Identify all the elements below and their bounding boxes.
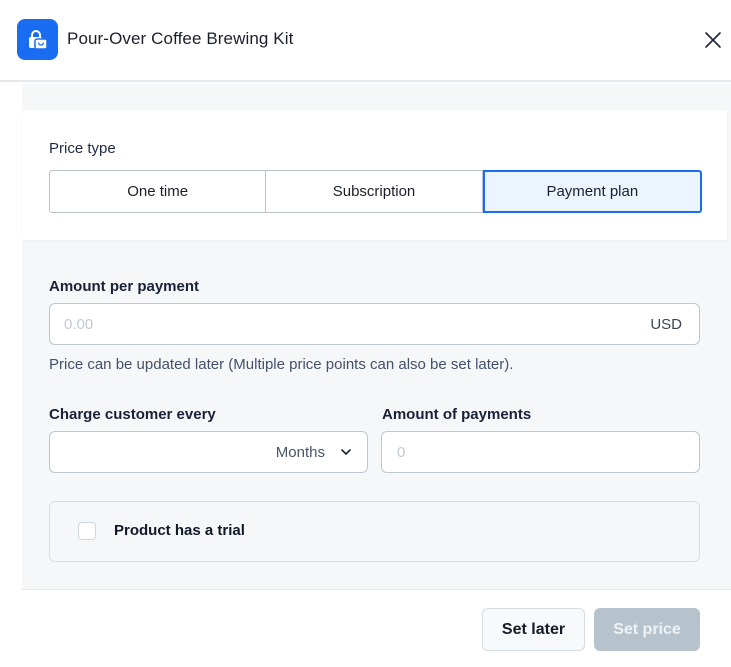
price-type-selector: One time Subscription Payment plan [49, 170, 702, 213]
charge-every-value: Months [275, 443, 325, 461]
trial-checkbox[interactable] [78, 522, 96, 540]
shopping-bag-lock-icon [17, 19, 58, 60]
footer-divider [22, 589, 731, 590]
price-type-subscription[interactable]: Subscription [266, 170, 483, 213]
set-price-button[interactable]: Set price [594, 608, 700, 651]
price-helper-text: Price can be updated later (Multiple pri… [49, 356, 514, 373]
charge-every-label: Charge customer every [49, 406, 216, 423]
close-icon[interactable] [701, 28, 725, 52]
price-type-label: Price type [49, 140, 116, 157]
amount-of-payments-label: Amount of payments [382, 406, 532, 423]
dialog-header: Pour-Over Coffee Brewing Kit [0, 0, 731, 82]
trial-option: Product has a trial [49, 501, 700, 562]
amount-of-payments-input[interactable]: 0 [381, 431, 700, 473]
amount-per-payment-label: Amount per payment [49, 278, 200, 295]
payments-placeholder: 0 [397, 443, 406, 461]
dialog-title: Pour-Over Coffee Brewing Kit [67, 29, 294, 48]
amount-placeholder: 0.00 [64, 315, 94, 333]
trial-label[interactable]: Product has a trial [114, 522, 245, 539]
set-later-button[interactable]: Set later [482, 608, 585, 651]
chevron-down-icon [341, 449, 351, 455]
currency-suffix: USD [650, 315, 682, 333]
amount-per-payment-input[interactable]: 0.00 USD [49, 303, 700, 345]
price-type-payment-plan[interactable]: Payment plan [482, 170, 702, 213]
price-type-one-time[interactable]: One time [49, 170, 267, 213]
charge-every-select[interactable]: Months [49, 431, 368, 473]
